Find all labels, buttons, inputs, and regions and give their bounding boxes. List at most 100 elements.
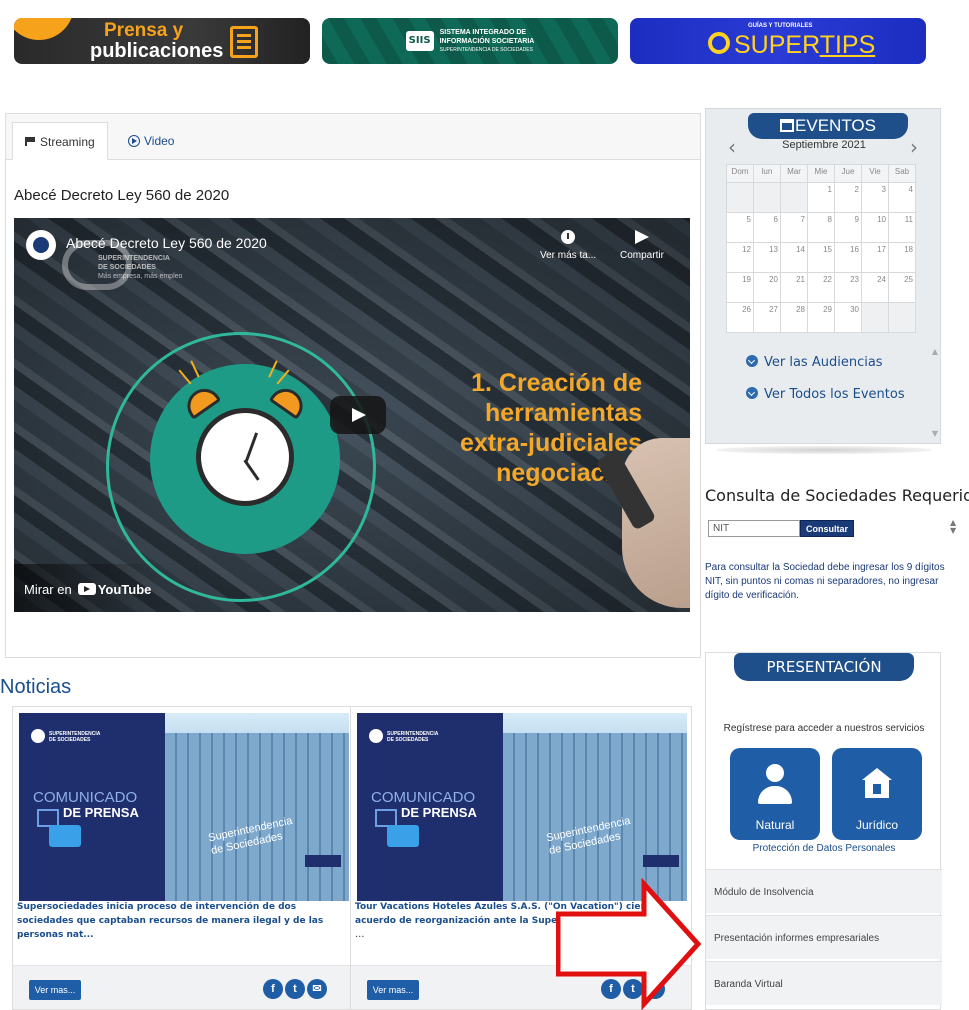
ver-mas-button[interactable]: Ver mas... [367, 980, 419, 1000]
weekday-header: Sab [888, 164, 916, 183]
calendar-day[interactable]: 23 [834, 272, 862, 303]
supertips-small-label: GUÍAS Y TUTORIALES [748, 23, 813, 29]
presentacion-widget: PRESENTACIÓN Regístrese para acceder a n… [705, 652, 942, 1010]
juridico-button[interactable]: Jurídico [832, 748, 922, 840]
siis-banner[interactable]: SIIS SISTEMA INTEGRADO DE INFORMACIÓN SO… [322, 18, 618, 64]
tab-video[interactable]: Video [116, 122, 186, 160]
menu-baranda-virtual[interactable]: Baranda Virtual [706, 961, 942, 1005]
calendar-day[interactable]: 1 [807, 182, 835, 213]
ver-audiencias-link[interactable]: Ver las Audiencias [746, 355, 883, 370]
play-circle-icon [128, 135, 140, 147]
news-card: SUPERINTENDENCIA DE SOCIEDADES COMUNICADO… [12, 706, 354, 1010]
calendar-day[interactable]: 24 [861, 272, 889, 303]
calendar-day[interactable]: 9 [834, 212, 862, 243]
share-button[interactable]: Compartir [620, 230, 664, 261]
calendar-day[interactable]: 22 [807, 272, 835, 303]
weekday-header: Jue [834, 164, 862, 183]
calendar-day[interactable]: 27 [753, 302, 781, 333]
calendar-day[interactable]: 26 [726, 302, 754, 333]
calendar-day[interactable]: 25 [888, 272, 916, 303]
watch-later-button[interactable]: Ver más ta... [540, 230, 596, 261]
calendar-day[interactable]: 12 [726, 242, 754, 273]
comunicado-label: COMUNICADO [371, 789, 476, 806]
prensa-publicaciones-banner[interactable]: Prensa y publicaciones [14, 18, 310, 64]
calendar-empty-cell [888, 302, 916, 333]
calendar-day[interactable]: 28 [780, 302, 808, 333]
chevron-down-icon [746, 387, 758, 399]
calendar-day[interactable]: 7 [780, 212, 808, 243]
calendar-day[interactable]: 29 [807, 302, 835, 333]
calendar-day[interactable]: 11 [888, 212, 916, 243]
calendar-day[interactable]: 19 [726, 272, 754, 303]
chevron-down-icon [746, 355, 758, 367]
calendar-grid: Dom lun Mar Mie Jue Vie Sab 1 2 3 4 5 6 7 8 9 10 11 12 13 1… [726, 164, 916, 333]
calendar-day[interactable]: 13 [753, 242, 781, 273]
supertips-label: SUPERTIPS [734, 31, 876, 59]
banner-circle-decoration [14, 18, 74, 40]
calendar-day[interactable]: 21 [780, 272, 808, 303]
calendar-empty-cell [753, 182, 781, 213]
data-protection-link[interactable]: Protección de Datos Personales [706, 843, 942, 854]
news-image[interactable]: SUPERINTENDENCIA DE SOCIEDADES COMUNICADO… [19, 713, 349, 901]
news-headline[interactable]: Supersociedades inicia proceso de interv… [17, 900, 353, 942]
calendar-day[interactable]: 18 [888, 242, 916, 273]
player-video-title[interactable]: Abecé Decreto Ley 560 de 2020 [66, 235, 267, 251]
document-icon [230, 26, 258, 58]
chat-icon [49, 825, 81, 847]
twitter-icon[interactable]: t [285, 979, 305, 999]
tab-streaming[interactable]: Streaming [12, 122, 108, 160]
person-icon [758, 764, 792, 806]
news-image[interactable]: SUPERINTENDENCIA DE SOCIEDADES COMUNICADO… [357, 713, 687, 901]
email-icon[interactable]: ✉ [307, 979, 327, 999]
ver-mas-button[interactable]: Ver mas... [29, 980, 81, 1000]
presentacion-subtitle: Regístrese para acceder a nuestros servi… [723, 723, 925, 734]
calendar-day[interactable]: 15 [807, 242, 835, 273]
media-tabs: Streaming Video [6, 114, 700, 160]
consultar-button[interactable]: Consultar [800, 520, 854, 537]
scroll-stepper[interactable]: ▲ ▼ [950, 519, 956, 535]
calendar-day[interactable]: 30 [834, 302, 862, 333]
siis-logo: SIIS [405, 31, 434, 51]
channel-avatar[interactable] [26, 230, 56, 260]
play-button[interactable] [330, 396, 386, 434]
calendar-day[interactable]: 20 [753, 272, 781, 303]
de-prensa-label: DE PRENSA [401, 805, 477, 820]
de-prensa-label: DE PRENSA [63, 805, 139, 820]
calendar-day[interactable]: 2 [834, 182, 862, 213]
calendar-empty-cell [780, 182, 808, 213]
consulta-title: Consulta de Sociedades Requeridas [705, 486, 969, 505]
calendar-day[interactable]: 3 [861, 182, 889, 213]
presentacion-header: PRESENTACIÓN [734, 653, 914, 681]
calendar-day[interactable]: 4 [888, 182, 916, 213]
ver-eventos-link[interactable]: Ver Todos los Eventos [746, 387, 905, 402]
calendar-day[interactable]: 6 [753, 212, 781, 243]
scroll-up-arrow[interactable]: ▲ [932, 347, 938, 356]
news-card-footer: Ver mas... f t ✉ [13, 965, 353, 1009]
menu-modulo-insolvencia[interactable]: Módulo de Insolvencia [706, 869, 942, 913]
natural-person-button[interactable]: Natural [730, 748, 820, 840]
building-icon [862, 768, 892, 800]
clock-icon [561, 230, 576, 244]
red-annotation-arrow [556, 878, 702, 1010]
calendar-day[interactable]: 16 [834, 242, 862, 273]
calendar-day[interactable]: 17 [861, 242, 889, 273]
nit-input[interactable]: NIT [708, 520, 800, 537]
supersociedades-logo [31, 729, 45, 743]
facebook-icon[interactable]: f [263, 979, 283, 999]
calendar-day[interactable]: 8 [807, 212, 835, 243]
calendar-day[interactable]: 5 [726, 212, 754, 243]
channel-watermark-text: SUPERINTENDENCIA DE SOCIEDADES Más empre… [98, 255, 183, 280]
calendar-day[interactable]: 10 [861, 212, 889, 243]
scroll-down-arrow[interactable]: ▼ [932, 429, 938, 438]
supersociedades-logo [369, 729, 383, 743]
supertips-banner[interactable]: GUÍAS Y TUTORIALES SUPERTIPS [630, 18, 926, 64]
events-header: EVENTOS [748, 113, 908, 139]
watch-on-youtube-link[interactable]: Mirar en YouTube [24, 582, 151, 597]
weekday-header: Mar [780, 164, 808, 183]
prensa-banner-line2: publicaciones [90, 40, 224, 62]
youtube-player[interactable]: SUPERINTENDENCIA DE SOCIEDADES Más empre… [14, 218, 690, 612]
logo-text: SUPERINTENDENCIA DE SOCIEDADES [387, 731, 439, 743]
menu-presentacion-informes[interactable]: Presentación informes empresariales [706, 915, 942, 959]
calendar-day[interactable]: 14 [780, 242, 808, 273]
consulta-help-text: Para consultar la Sociedad debe ingresar… [705, 562, 945, 601]
